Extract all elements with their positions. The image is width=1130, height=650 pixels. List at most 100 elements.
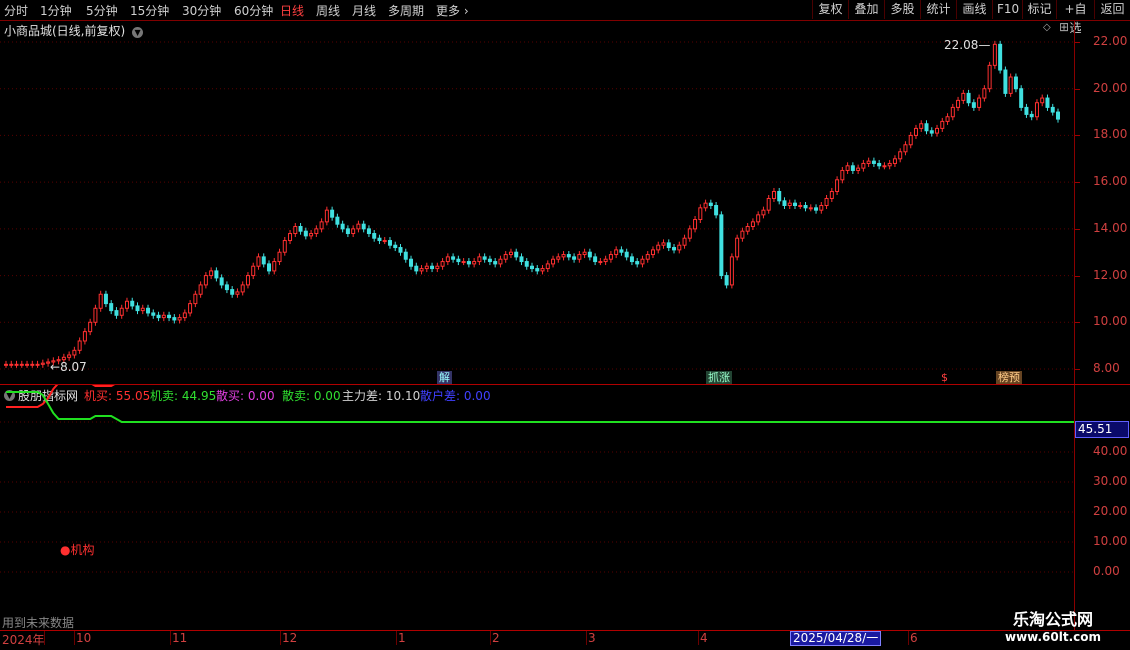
candlestick-chart[interactable] [0, 20, 1074, 384]
tab-1min[interactable]: 1分钟 [40, 2, 72, 19]
event-tag-unlock[interactable]: 解 [437, 371, 452, 384]
candle-body [1034, 102, 1039, 118]
candle-body [887, 162, 892, 167]
candle-body [971, 102, 976, 108]
candle-body [798, 205, 803, 207]
candle-body [514, 251, 519, 258]
candle-body [530, 265, 534, 270]
tab-multi-period[interactable]: 多周期 [388, 2, 424, 19]
candle-body [861, 162, 866, 169]
candle-body [498, 258, 503, 265]
candle-body [235, 291, 240, 295]
candle-body [540, 268, 545, 272]
candle-body [956, 99, 961, 108]
event-tag-rise[interactable]: 抓涨 [706, 371, 732, 384]
candle-body [614, 249, 619, 256]
candle-body [303, 230, 308, 237]
candle-body [961, 92, 966, 101]
price-tick-mark [1075, 88, 1080, 90]
month-tick-line [490, 631, 491, 645]
candle-body [1045, 97, 1050, 108]
candle-body [572, 256, 577, 260]
tab-30min[interactable]: 30分钟 [182, 2, 221, 19]
indicator-tick-label: 20.00 [1093, 504, 1128, 518]
candle-body [382, 240, 387, 243]
back-button[interactable]: 返回 [1094, 0, 1130, 19]
candle-body [193, 293, 198, 305]
low-price-label: ←8.07 [50, 360, 87, 374]
month-tick-label: 10 [76, 631, 92, 645]
event-tag-dividend[interactable]: $ [939, 371, 950, 384]
candle-body [845, 165, 850, 171]
candle-body [487, 258, 492, 263]
restore-rights-button[interactable]: 复权 [812, 0, 848, 19]
candle-body [430, 265, 435, 270]
tab-60min[interactable]: 60分钟 [234, 2, 273, 19]
month-tick-line [170, 631, 171, 645]
event-tag-ranking[interactable]: 榜预 [996, 371, 1022, 384]
watermark-url: www.60lt.com [1004, 630, 1102, 644]
candle-body [88, 321, 93, 333]
candle-body [356, 223, 361, 230]
candle-body [340, 223, 345, 230]
draw-line-button[interactable]: 画线 [956, 0, 992, 19]
candle-body [82, 331, 87, 342]
multi-stock-button[interactable]: 多股 [884, 0, 920, 19]
candle-body [603, 258, 608, 263]
candle-body [9, 363, 14, 366]
indicator-chart[interactable] [0, 385, 1074, 630]
candle-body [787, 202, 792, 207]
candle-body [98, 293, 103, 309]
month-tick-line [908, 631, 909, 645]
candle-body [561, 254, 566, 258]
tab-15min[interactable]: 15分钟 [130, 2, 169, 19]
candle-body [414, 265, 419, 272]
candle-body [35, 363, 40, 366]
price-tick-label: 22.00 [1093, 34, 1128, 48]
tab-daily[interactable]: 日线 [280, 2, 304, 19]
institution-marker: ●机构 [60, 543, 95, 557]
candle-body [324, 209, 329, 223]
tab-weekly[interactable]: 周线 [316, 2, 340, 19]
candle-body [493, 261, 498, 265]
tab-5min[interactable]: 5分钟 [86, 2, 118, 19]
candle-body [77, 340, 82, 351]
candle-body [782, 200, 787, 206]
candle-body [335, 216, 340, 225]
candle-body [345, 228, 350, 235]
candle-body [714, 205, 719, 216]
candle-body [672, 247, 677, 251]
overlay-button[interactable]: 叠加 [848, 0, 884, 19]
price-axis-line [1074, 20, 1075, 630]
candle-body [598, 261, 603, 264]
month-tick-label: 2 [492, 631, 500, 645]
candle-body [987, 64, 992, 90]
add-watchlist-button[interactable]: +自选 [1056, 0, 1094, 35]
tab-monthly[interactable]: 月线 [352, 2, 376, 19]
candle-body [551, 258, 556, 265]
f10-button[interactable]: F10 [992, 0, 1022, 19]
candle-body [424, 265, 429, 270]
mark-button[interactable]: 标记 [1022, 0, 1056, 19]
candle-body [945, 116, 950, 122]
candle-body [466, 261, 471, 265]
month-tick-line [698, 631, 699, 645]
statistics-button[interactable]: 统计 [920, 0, 956, 19]
candle-body [656, 244, 661, 251]
candle-body [508, 251, 513, 256]
candle-body [1050, 106, 1055, 113]
candle-body [724, 275, 729, 286]
candle-body [224, 284, 229, 291]
candle-body [409, 258, 414, 267]
candle-body [309, 233, 314, 237]
candle-body [877, 162, 882, 167]
price-tick-mark [1075, 182, 1080, 184]
candle-body [130, 300, 135, 307]
tab-more[interactable]: 更多 › [436, 2, 469, 19]
candle-body [882, 165, 887, 168]
buy-series-line [6, 385, 115, 408]
candle-body [677, 244, 682, 251]
high-price-label: 22.08— [944, 38, 991, 52]
candle-body [645, 254, 650, 260]
tab-fenshi[interactable]: 分时 [4, 2, 28, 19]
